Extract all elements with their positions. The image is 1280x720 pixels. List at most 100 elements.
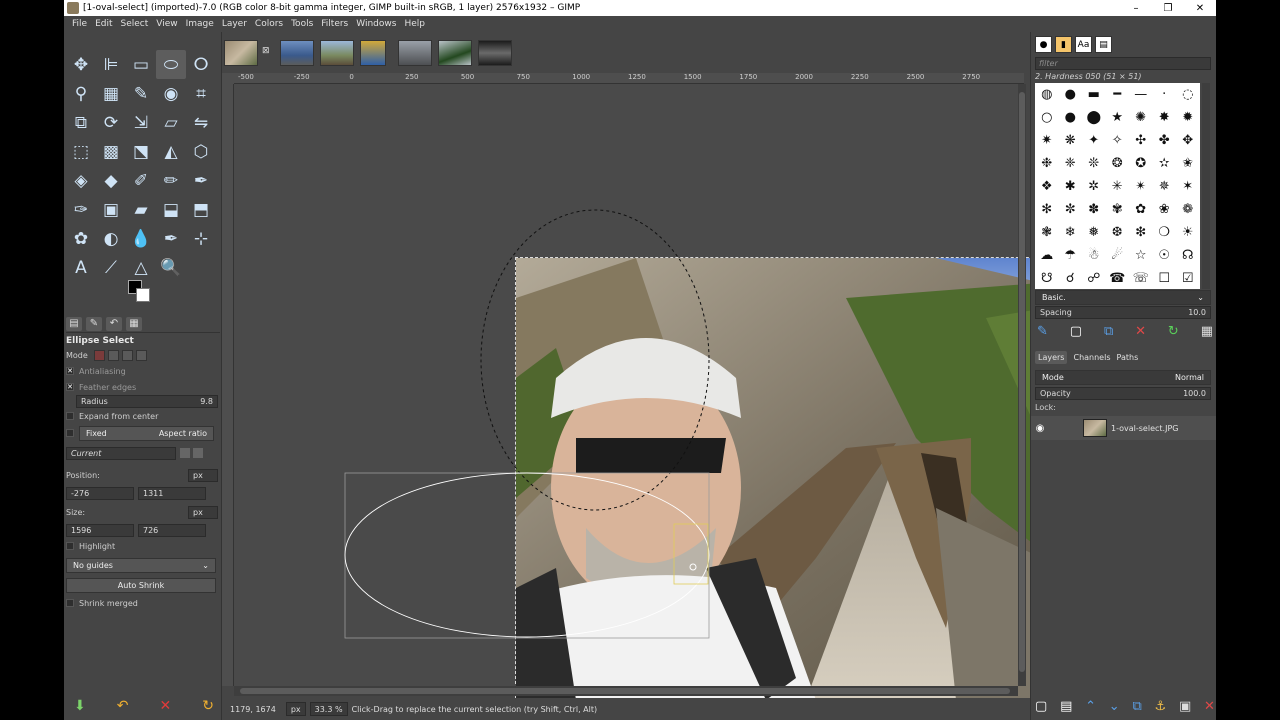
highlight-checkbox[interactable] [66, 542, 74, 550]
position-y-field[interactable]: 1311 [138, 486, 206, 500]
brush-swatch[interactable]: ⬤ [1082, 106, 1106, 129]
brush-swatch[interactable]: ☋ [1035, 267, 1059, 289]
brush-swatch[interactable]: ❀ [1153, 198, 1177, 221]
rect-select-tool[interactable]: ▭ [126, 50, 156, 79]
color-picker-tool[interactable]: ✒ [186, 166, 216, 195]
perspective-tool[interactable]: ⬚ [66, 137, 96, 166]
flip-tool[interactable]: ⇋ [186, 108, 216, 137]
brush-swatch[interactable]: ✦ [1082, 129, 1106, 152]
channels-tab[interactable]: Channels [1073, 353, 1110, 362]
radius-row[interactable]: Radius 9.8 [76, 394, 218, 408]
text-tool[interactable]: A [66, 253, 96, 282]
brush-swatch[interactable]: ✻ [1035, 198, 1059, 221]
mode-subtract-button[interactable] [121, 349, 133, 361]
brush-preset-dropdown[interactable]: Basic. ⌄ [1035, 290, 1211, 305]
gradient-tool[interactable]: ◆ [96, 166, 126, 195]
new-layer-group-icon[interactable]: ▤ [1060, 699, 1072, 714]
unified-transform-tool[interactable]: ⧉ [66, 108, 96, 137]
size-unit-select[interactable]: px [188, 505, 218, 519]
brush-swatch[interactable]: ✳ [1106, 175, 1130, 198]
antialiasing-row[interactable]: ✕ Antialiasing [66, 364, 218, 378]
patterns-tab[interactable]: ▮ [1055, 36, 1072, 53]
close-tab-icon[interactable]: ⊠ [262, 46, 270, 56]
heal-tool[interactable]: ⬒ [186, 195, 216, 224]
3d-transform-tool[interactable]: ▩ [96, 137, 126, 166]
brush-swatch[interactable]: ✼ [1059, 198, 1083, 221]
menu-select[interactable]: Select [117, 19, 153, 29]
edit-brush-icon[interactable]: ✎ [1037, 324, 1048, 339]
brush-swatch[interactable]: ❍ [1153, 221, 1177, 244]
mask-layer-icon[interactable]: ▣ [1179, 699, 1191, 714]
brush-swatch[interactable]: ✤ [1153, 129, 1177, 152]
brush-swatch[interactable]: ❅ [1082, 221, 1106, 244]
brush-swatch[interactable]: · [1153, 83, 1177, 106]
undo-history-tab-icon[interactable]: ↶ [106, 316, 122, 331]
brush-swatch[interactable]: ✫ [1153, 152, 1177, 175]
foreground-select-tool[interactable]: ◉ [156, 79, 186, 108]
tool-options-tab-icon[interactable]: ▤ [66, 316, 82, 331]
visibility-eye-icon[interactable]: ◉ [1031, 423, 1049, 434]
spacing-spinner[interactable]: Spacing 10.0 [1035, 306, 1211, 319]
brush-swatch[interactable]: ☑ [1176, 267, 1200, 289]
image-canvas[interactable] [234, 84, 1104, 699]
shrink-merged-row[interactable]: Shrink merged [66, 596, 218, 610]
current-field[interactable]: Current [66, 446, 176, 460]
brush-swatch[interactable]: ❄ [1059, 221, 1083, 244]
image-tab-5[interactable] [398, 40, 432, 66]
brush-swatch[interactable]: ✹ [1176, 106, 1200, 129]
brush-swatch[interactable]: ☃ [1082, 244, 1106, 267]
brush-swatch[interactable]: ❆ [1106, 221, 1130, 244]
image-tab-2[interactable] [280, 40, 314, 66]
layers-tab[interactable]: Layers [1035, 350, 1068, 364]
brush-swatch[interactable]: ✴ [1129, 175, 1153, 198]
brush-swatch[interactable]: ☊ [1176, 244, 1200, 267]
landscape-icon[interactable] [193, 448, 203, 458]
feather-edges-checkbox[interactable]: ✕ [66, 383, 74, 391]
clone-tool[interactable]: ⬓ [156, 195, 186, 224]
paintbrush-tool[interactable]: ✐ [126, 166, 156, 195]
smudge-tool[interactable]: ✿ [66, 224, 96, 253]
reset-options-icon[interactable]: ↻ [202, 698, 214, 714]
delete-brush-icon[interactable]: ✕ [1135, 324, 1146, 339]
position-unit-select[interactable]: px [188, 468, 218, 482]
duplicate-layer-icon[interactable]: ⧉ [1132, 699, 1141, 714]
brush-swatch[interactable]: ❈ [1059, 152, 1083, 175]
save-options-icon[interactable]: ⬇ [74, 698, 86, 714]
maximize-button[interactable]: ❐ [1152, 3, 1184, 14]
brush-swatch[interactable]: ✺ [1129, 106, 1153, 129]
brush-swatch[interactable]: ✶ [1176, 175, 1200, 198]
guides-dropdown[interactable]: No guides ⌄ [66, 557, 216, 573]
brush-swatch[interactable]: ❖ [1035, 175, 1059, 198]
brush-swatch[interactable]: ✽ [1082, 198, 1106, 221]
brush-swatch[interactable]: ❂ [1106, 152, 1130, 175]
shrink-merged-checkbox[interactable] [66, 599, 74, 607]
mode-intersect-button[interactable] [135, 349, 147, 361]
path-tool[interactable]: ⟋ [96, 253, 126, 282]
brush-swatch[interactable]: ★ [1106, 106, 1130, 129]
delete-layer-icon[interactable]: ✕ [1204, 699, 1215, 714]
fixed-dropdown[interactable]: Fixed Aspect ratio [79, 425, 214, 441]
fuzzy-select-tool[interactable]: ⚲ [66, 79, 96, 108]
minimize-button[interactable]: – [1120, 3, 1152, 14]
paths-tab[interactable]: Paths [1117, 353, 1139, 362]
fonts-tab[interactable]: Aa [1075, 36, 1092, 53]
restore-options-icon[interactable]: ↶ [117, 698, 129, 714]
brush-swatch[interactable]: ❉ [1035, 152, 1059, 175]
image-tab-1[interactable] [224, 40, 258, 66]
crop-tool[interactable]: ⌗ [186, 79, 216, 108]
brush-swatch[interactable]: ◍ [1035, 83, 1059, 106]
horizontal-scrollbar[interactable] [234, 686, 1018, 696]
bucket-fill-tool[interactable]: ◈ [66, 166, 96, 195]
portrait-icon[interactable] [180, 448, 190, 458]
zoom-tool[interactable]: 🔍 [156, 253, 186, 282]
menu-filters[interactable]: Filters [317, 19, 352, 29]
device-status-tab-icon[interactable]: ✎ [86, 316, 102, 331]
brush-swatch[interactable]: ━ [1106, 83, 1130, 106]
antialiasing-checkbox[interactable]: ✕ [66, 367, 74, 375]
position-x-field[interactable]: -276 [66, 486, 134, 500]
pencil-tool[interactable]: ✏ [156, 166, 186, 195]
brush-swatch[interactable]: ✷ [1035, 129, 1059, 152]
brush-scrollbar[interactable] [1202, 83, 1210, 289]
mypaint-brush-tool[interactable]: ▣ [96, 195, 126, 224]
brush-swatch[interactable]: ☆ [1129, 244, 1153, 267]
